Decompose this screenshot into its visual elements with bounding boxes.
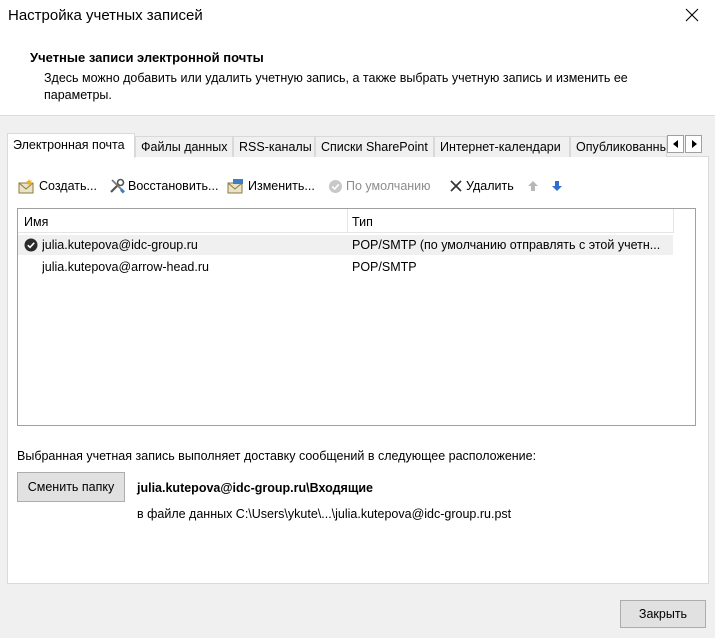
delivery-folder-path: julia.kutepova@idc-group.ru\Входящие bbox=[137, 481, 374, 495]
title-bar: Настройка учетных записей bbox=[0, 0, 715, 30]
change-button-label: Изменить... bbox=[248, 179, 315, 193]
close-button[interactable]: Закрыть bbox=[620, 600, 706, 628]
data-file-path: в файле данных C:\Users\ykute\...\julia.… bbox=[137, 507, 512, 521]
tab-scroll-right-button[interactable] bbox=[685, 135, 702, 153]
edit-mail-icon bbox=[227, 179, 243, 194]
delete-x-icon bbox=[450, 180, 462, 192]
move-up-button[interactable] bbox=[527, 176, 542, 196]
set-default-button-label: По умолчанию bbox=[346, 179, 431, 193]
change-button[interactable]: Изменить... bbox=[227, 176, 315, 196]
table-row[interactable]: julia.kutepova@idc-group.ru POP/SMTP (по… bbox=[18, 235, 673, 255]
remove-button[interactable]: Удалить bbox=[449, 176, 514, 196]
triangle-right-icon bbox=[691, 140, 697, 148]
check-circle-icon bbox=[329, 179, 342, 193]
arrow-up-icon bbox=[528, 181, 538, 191]
close-icon bbox=[685, 8, 699, 22]
tools-icon bbox=[110, 178, 125, 194]
window-close-button[interactable] bbox=[669, 0, 715, 30]
change-folder-button[interactable]: Сменить папку bbox=[17, 472, 125, 502]
repair-button-label: Восстановить... bbox=[128, 179, 219, 193]
remove-button-label: Удалить bbox=[466, 179, 514, 193]
default-account-check-icon bbox=[24, 238, 38, 252]
account-name: julia.kutepova@arrow-head.ru bbox=[42, 260, 209, 274]
accounts-list-header: Имя Тип bbox=[18, 209, 674, 233]
dialog-header: Учетные записи электронной почты Здесь м… bbox=[0, 30, 715, 116]
account-name: julia.kutepova@idc-group.ru bbox=[42, 238, 198, 252]
header-description: Здесь можно добавить или удалить учетную… bbox=[44, 71, 628, 102]
arrow-down-icon bbox=[552, 181, 562, 191]
account-type: POP/SMTP (по умолчанию отправлять с этой… bbox=[352, 238, 661, 252]
repair-button[interactable]: Восстановить... bbox=[109, 176, 218, 196]
column-header-type[interactable]: Тип bbox=[347, 209, 673, 233]
column-header-name[interactable]: Имя bbox=[18, 209, 347, 233]
move-down-button[interactable] bbox=[551, 176, 566, 196]
tab-scroll-left-button[interactable] bbox=[667, 135, 684, 153]
tab-strip: Электронная почта Файлы данных RSS-канал… bbox=[7, 133, 709, 158]
new-mail-icon bbox=[18, 179, 34, 194]
tab-data-files[interactable]: Файлы данных bbox=[135, 136, 233, 157]
triangle-left-icon bbox=[672, 140, 678, 148]
window-title: Настройка учетных записей bbox=[8, 7, 203, 24]
create-button-label: Создать... bbox=[39, 179, 97, 193]
tab-rss-feeds[interactable]: RSS-каналы bbox=[233, 136, 315, 157]
set-default-button[interactable]: По умолчанию bbox=[328, 176, 431, 196]
header-title: Учетные записи электронной почты bbox=[30, 50, 264, 65]
accounts-list[interactable]: Имя Тип julia.kutepova@idc-group.ru POP/… bbox=[17, 208, 696, 426]
column-separator[interactable] bbox=[673, 209, 674, 233]
tab-sharepoint-lists[interactable]: Списки SharePoint bbox=[315, 136, 434, 157]
tab-internet-calendars[interactable]: Интернет-календари bbox=[434, 136, 570, 157]
create-button[interactable]: Создать... bbox=[18, 176, 97, 196]
table-row[interactable]: julia.kutepova@arrow-head.ru POP/SMTP bbox=[18, 257, 673, 277]
account-type: POP/SMTP bbox=[352, 260, 417, 274]
tab-email[interactable]: Электронная почта bbox=[7, 133, 135, 158]
delivery-location-label: Выбранная учетная запись выполняет доста… bbox=[17, 449, 537, 463]
tab-published-calendars[interactable]: Опубликованные календари bbox=[570, 136, 667, 157]
